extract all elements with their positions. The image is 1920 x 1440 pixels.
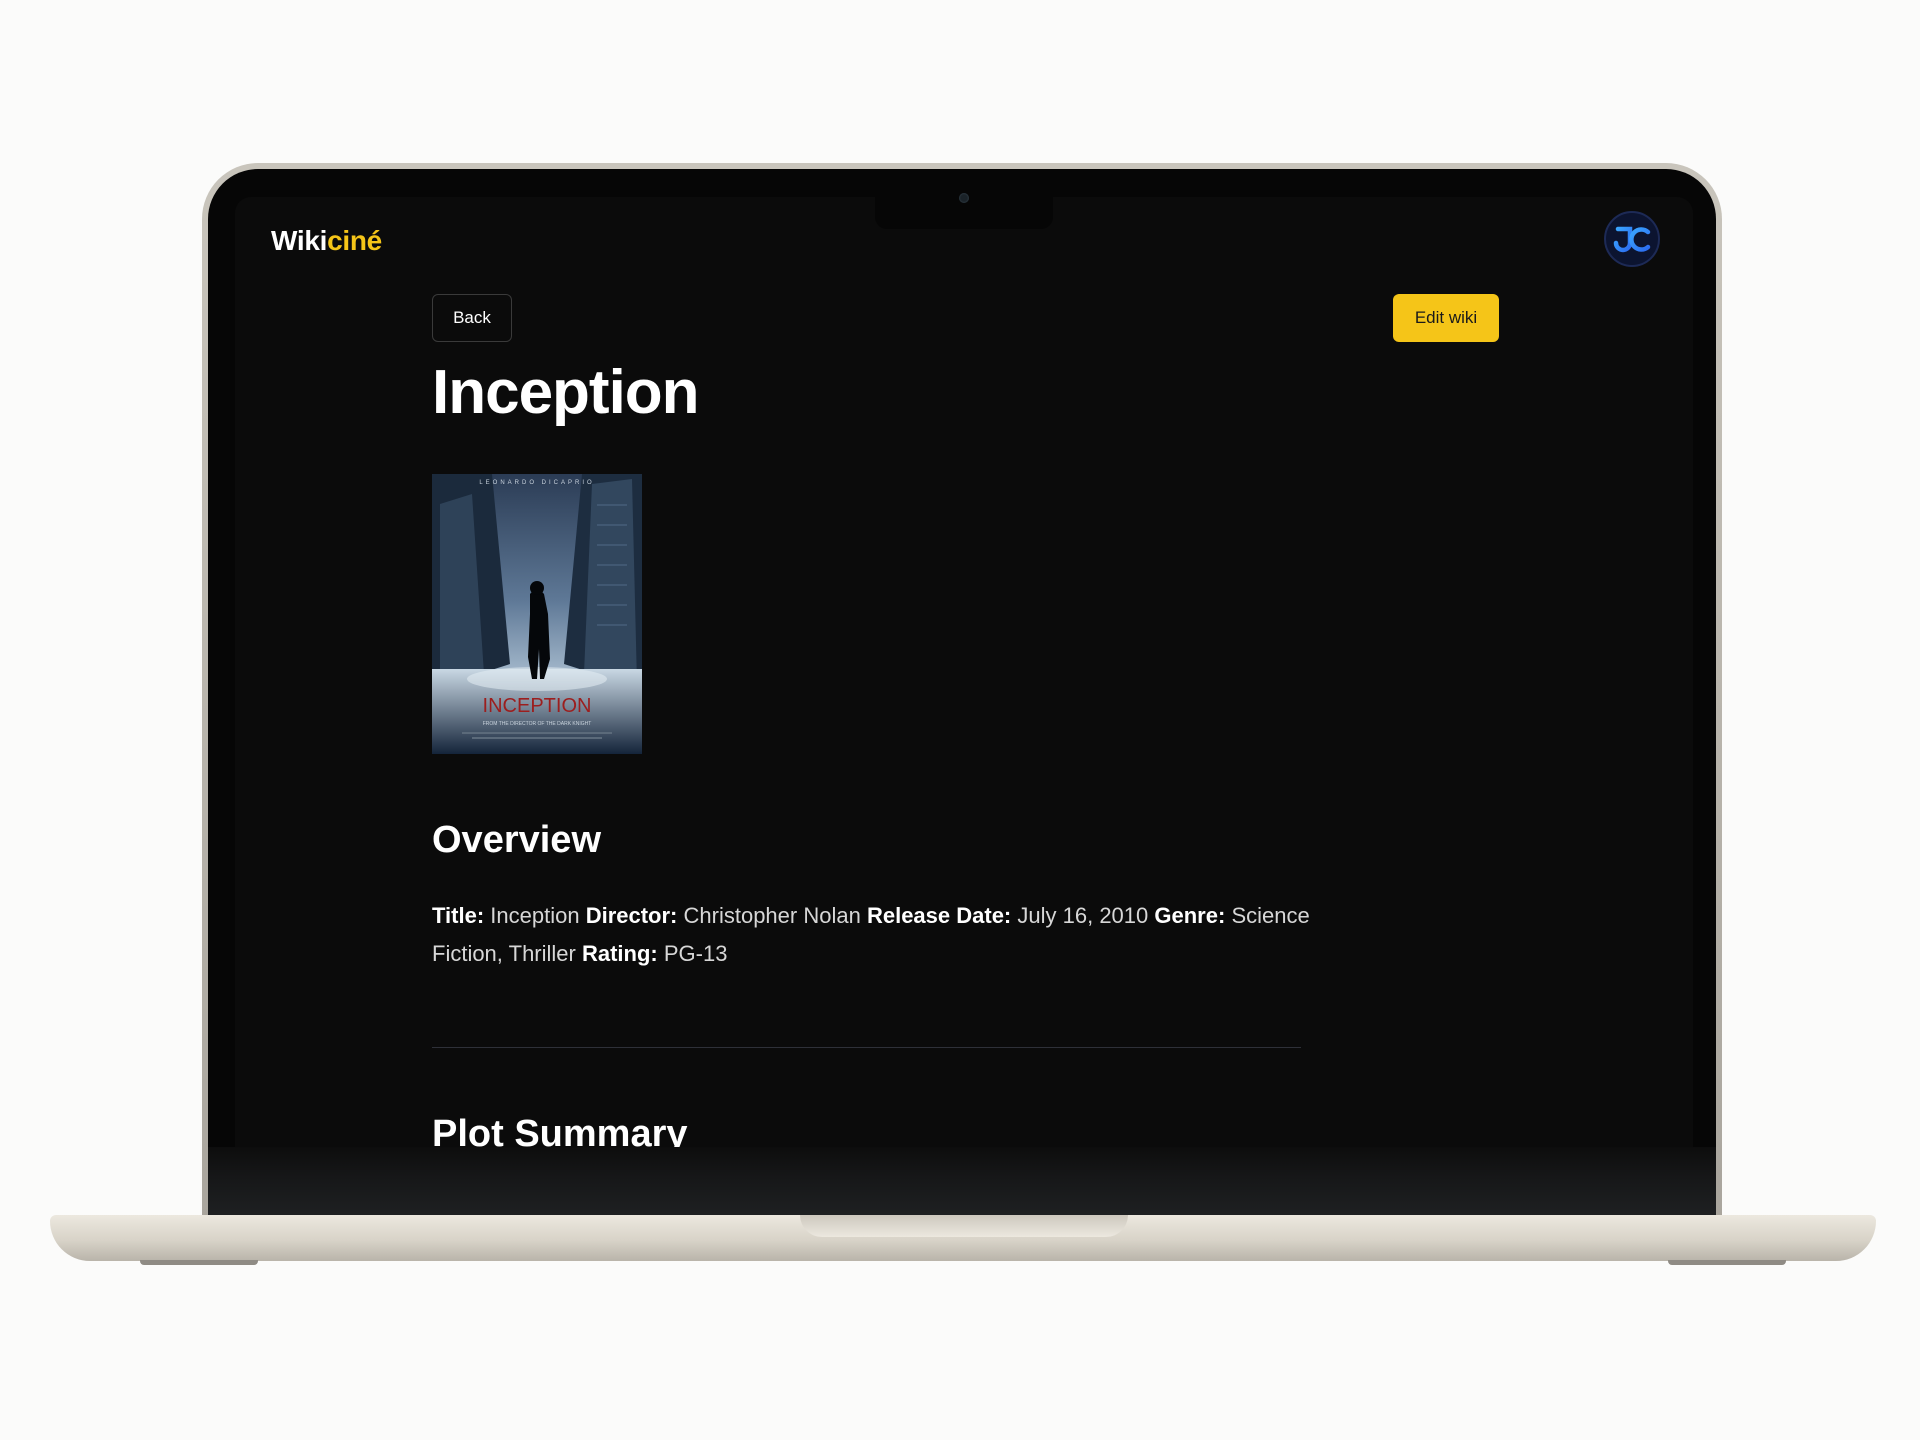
section-divider — [432, 1047, 1301, 1048]
laptop-foot-left — [140, 1260, 258, 1265]
rating-value: PG-13 — [663, 941, 728, 966]
user-avatar[interactable] — [1604, 211, 1660, 267]
app-screen: Wikiciné Back Edit wiki Inception LEONAR… — [235, 197, 1693, 1147]
poster-image: LEONARDO DICAPRIO INCEPTION FROM THE DIR… — [432, 474, 642, 754]
director-value: Christopher Nolan — [683, 903, 861, 928]
poster-title: INCEPTION — [483, 695, 592, 717]
brand-logo[interactable]: Wikiciné — [271, 225, 382, 257]
overview-heading: Overview — [432, 819, 601, 861]
title-value: Inception — [490, 903, 580, 928]
laptop-foot-right — [1668, 1260, 1786, 1265]
laptop-chin — [208, 1147, 1716, 1223]
page-title: Inception — [432, 358, 700, 427]
overview-details: Title: Inception Director: Christopher N… — [432, 897, 1312, 973]
brand-prefix: Wiki — [271, 225, 328, 256]
title-label: Title: — [432, 903, 485, 928]
movie-poster: LEONARDO DICAPRIO INCEPTION FROM THE DIR… — [432, 474, 642, 754]
release-date-label: Release Date: — [866, 903, 1012, 928]
rating-label: Rating: — [581, 941, 658, 966]
director-label: Director: — [585, 903, 678, 928]
genre-label: Genre: — [1154, 903, 1226, 928]
camera-icon — [959, 193, 969, 203]
user-avatar-icon — [1613, 226, 1651, 253]
poster-top-credit: LEONARDO DICAPRIO — [479, 480, 594, 486]
laptop-base-groove — [800, 1215, 1128, 1237]
plot-summary-heading: Plot Summary — [432, 1113, 688, 1147]
laptop-mockup: Wikiciné Back Edit wiki Inception LEONAR… — [0, 0, 1920, 1440]
release-date-value: July 16, 2010 — [1017, 903, 1149, 928]
edit-wiki-button[interactable]: Edit wiki — [1393, 294, 1499, 342]
brand-suffix: ciné — [327, 225, 382, 256]
back-button[interactable]: Back — [432, 294, 512, 342]
poster-subtitle: FROM THE DIRECTOR OF THE DARK KNIGHT — [483, 721, 592, 727]
